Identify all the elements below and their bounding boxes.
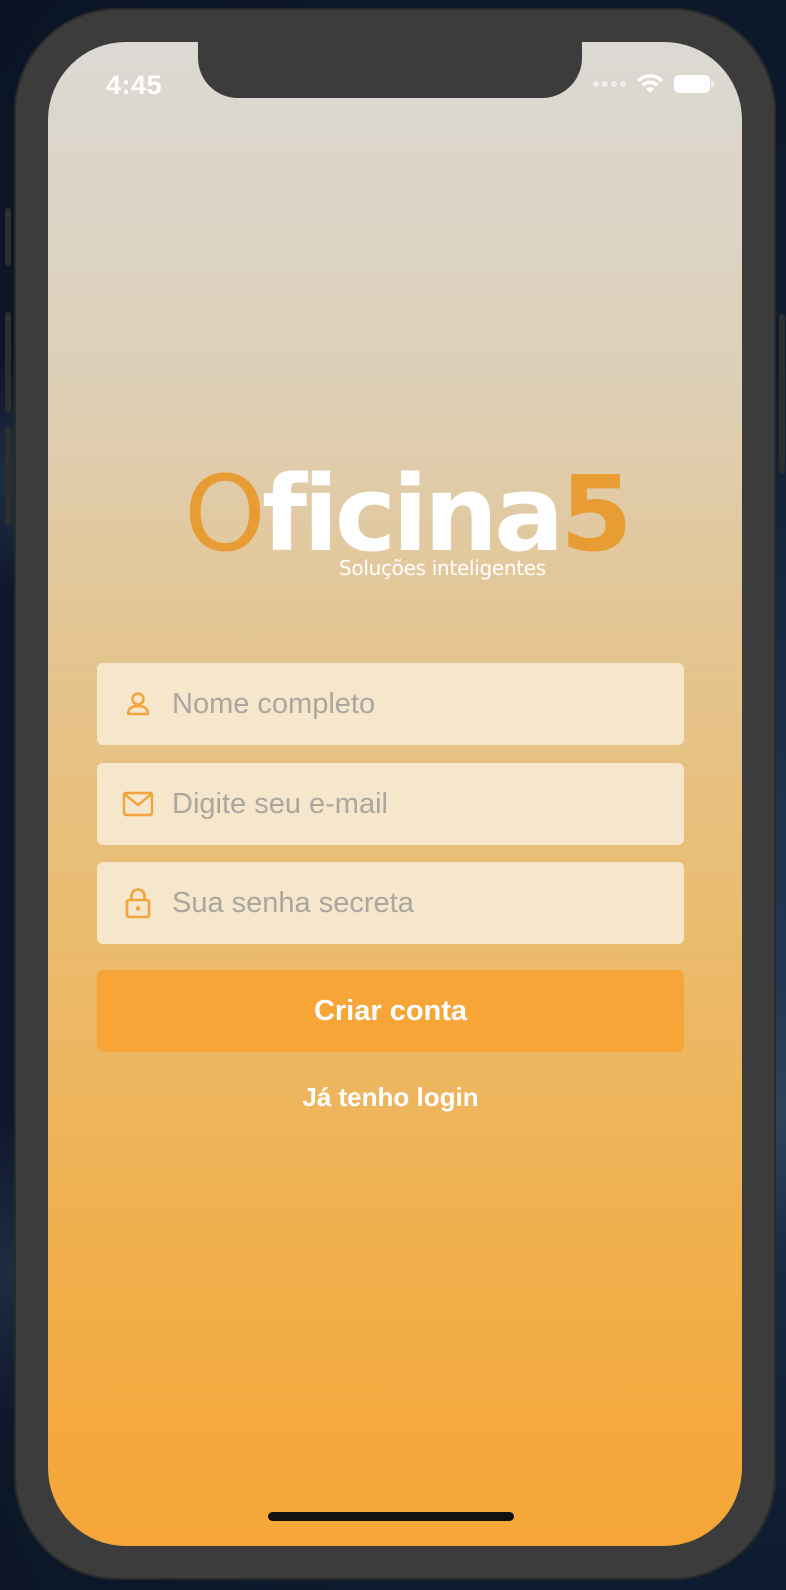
volume-down-button	[5, 426, 11, 526]
volume-up-button	[5, 312, 11, 412]
lock-icon	[120, 885, 156, 921]
status-icons	[593, 72, 714, 96]
battery-icon	[674, 75, 714, 93]
logo-wordmark: Oficina5	[184, 453, 633, 575]
power-button	[779, 314, 785, 474]
create-account-button[interactable]: Criar conta	[97, 970, 684, 1052]
password-field[interactable]	[97, 862, 684, 944]
email-input[interactable]	[172, 787, 652, 821]
status-time: 4:45	[106, 70, 163, 100]
logo-number: 5	[560, 453, 632, 575]
logo-tagline: Soluções inteligentes	[339, 556, 546, 580]
oficina5-logo: Oficina5 Soluções inteligentes	[184, 462, 633, 592]
cellular-signal-icon	[593, 81, 626, 87]
wifi-icon	[637, 74, 663, 93]
login-link[interactable]: Já tenho login	[97, 1082, 684, 1113]
password-input[interactable]	[172, 886, 652, 920]
email-field[interactable]	[97, 763, 684, 845]
app-screen: 4:45 Oficina5 Soluções inteligentes Nome…	[48, 42, 742, 1546]
mute-switch	[5, 208, 11, 266]
device-frame: 4:45 Oficina5 Soluções inteligentes Nome…	[5, 8, 785, 1580]
logo-o-letter: O	[184, 453, 266, 575]
home-indicator[interactable]	[268, 1512, 514, 1521]
name-input[interactable]	[172, 687, 652, 721]
mail-icon	[120, 786, 156, 822]
camera-notch	[198, 42, 582, 98]
user-icon	[120, 686, 156, 722]
name-field[interactable]	[97, 663, 684, 745]
